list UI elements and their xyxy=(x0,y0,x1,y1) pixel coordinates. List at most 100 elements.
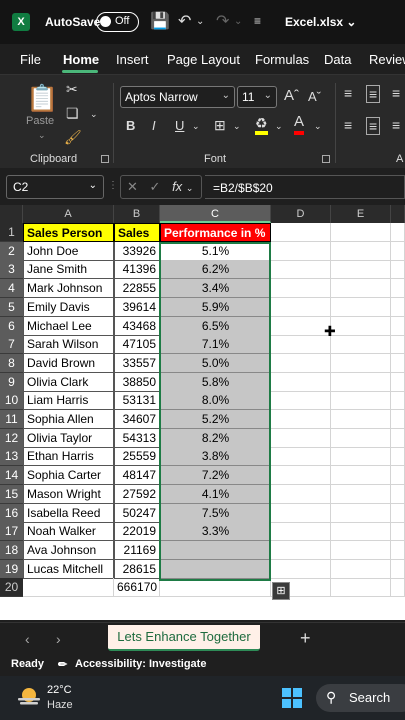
cell-sales-person[interactable]: Olivia Clark xyxy=(23,372,114,392)
cell-empty[interactable] xyxy=(331,484,391,504)
align-top-icon[interactable]: ≡ xyxy=(344,85,352,101)
increase-font-icon[interactable]: Aˆ xyxy=(284,87,299,104)
add-sheet-icon[interactable]: + xyxy=(300,628,311,649)
cell-empty[interactable] xyxy=(271,279,331,299)
decrease-font-icon[interactable]: Aˇ xyxy=(308,89,321,104)
cell-empty[interactable] xyxy=(271,428,331,448)
fill-color-icon[interactable]: ♻ xyxy=(255,115,268,135)
cell-sales[interactable]: 33557 xyxy=(114,353,160,373)
cell-sales-person[interactable]: Liam Harris xyxy=(23,391,114,411)
quick-analysis-icon[interactable]: ⊞ xyxy=(272,582,290,600)
align-middle-icon[interactable]: ≡ xyxy=(366,85,381,103)
cell-performance[interactable]: 6.2% xyxy=(160,260,271,280)
cell-empty[interactable] xyxy=(391,279,405,299)
cell-empty[interactable] xyxy=(331,578,391,598)
cancel-icon[interactable]: ✕ xyxy=(127,179,138,194)
row-header[interactable]: 11 xyxy=(0,410,23,429)
cell-sales[interactable]: 41396 xyxy=(114,260,160,280)
row-header[interactable]: 12 xyxy=(0,428,23,448)
align-left-icon[interactable]: ≡ xyxy=(344,117,352,133)
fill-color-dropdown-icon[interactable]: ⌄ xyxy=(275,121,283,132)
cell-performance[interactable]: 6.5% xyxy=(160,316,271,336)
cell-sales-person[interactable]: Sophia Allen xyxy=(23,410,114,429)
taskbar-search[interactable]: ⚲ Search xyxy=(316,684,405,712)
underline-dropdown-icon[interactable]: ⌄ xyxy=(192,121,200,132)
cell-empty[interactable] xyxy=(391,503,405,523)
cell-empty[interactable] xyxy=(271,410,331,429)
cell-sales-person[interactable]: Sarah Wilson xyxy=(23,335,114,355)
cell-empty[interactable] xyxy=(331,466,391,486)
cell-empty[interactable] xyxy=(331,372,391,392)
cell-empty[interactable] xyxy=(391,428,405,448)
row-header[interactable]: 10 xyxy=(0,391,23,411)
enter-icon[interactable]: ✓ xyxy=(150,179,161,194)
tab-file[interactable]: File xyxy=(20,52,41,67)
cut-icon[interactable]: ✂ xyxy=(66,81,78,98)
clipboard-launcher-icon[interactable] xyxy=(101,155,109,163)
header-performance[interactable]: Performance in % xyxy=(160,223,271,242)
cell-performance[interactable]: 7.2% xyxy=(160,466,271,486)
row-header[interactable]: 18 xyxy=(0,540,23,560)
cell-empty[interactable] xyxy=(391,297,405,317)
tab-insert[interactable]: Insert xyxy=(116,52,149,67)
cell-empty[interactable] xyxy=(23,578,114,598)
row-header[interactable]: 14 xyxy=(0,466,23,486)
row-header[interactable]: 2 xyxy=(0,241,23,261)
cell-performance[interactable]: 5.1% xyxy=(160,241,271,261)
align-right-icon[interactable]: ≡ xyxy=(392,117,400,133)
cell-sales[interactable]: 22019 xyxy=(114,522,160,542)
formula-input[interactable]: =B2/$B$20 xyxy=(205,175,405,199)
row-header[interactable]: 6 xyxy=(0,316,23,336)
cell-empty[interactable] xyxy=(391,410,405,429)
cell-empty[interactable] xyxy=(271,503,331,523)
cell-sales-person[interactable]: Jane Smith xyxy=(23,260,114,280)
header-sales[interactable]: Sales xyxy=(114,223,160,242)
column-header-e[interactable]: E xyxy=(331,205,391,223)
cell-performance[interactable]: 5.2% xyxy=(160,410,271,429)
cell-empty[interactable] xyxy=(331,522,391,542)
cell-sales[interactable]: 54313 xyxy=(114,428,160,448)
cell-performance[interactable]: 3.3% xyxy=(160,522,271,542)
cell-empty[interactable] xyxy=(331,391,391,411)
cell-empty[interactable] xyxy=(271,466,331,486)
windows-start-icon[interactable] xyxy=(282,688,302,708)
tab-formulas[interactable]: Formulas xyxy=(255,52,309,67)
cell-performance[interactable]: 4.1% xyxy=(160,484,271,504)
cell-empty[interactable] xyxy=(271,372,331,392)
cell-empty[interactable] xyxy=(391,335,405,355)
cell-performance[interactable] xyxy=(160,540,271,560)
tab-page-layout[interactable]: Page Layout xyxy=(167,52,240,67)
cell-performance[interactable]: 5.8% xyxy=(160,372,271,392)
row-header[interactable]: 5 xyxy=(0,297,23,317)
copy-dropdown-icon[interactable]: ⌄ xyxy=(90,109,98,120)
bold-button[interactable]: B xyxy=(126,118,135,133)
cell-sales[interactable]: 48147 xyxy=(114,466,160,486)
cell-sales-person[interactable]: Mark Johnson xyxy=(23,279,114,299)
cell-empty[interactable] xyxy=(331,279,391,299)
cell-sales-person[interactable]: Lucas Mitchell xyxy=(23,559,114,579)
insert-function-icon[interactable]: fx xyxy=(172,179,182,194)
weather-condition[interactable]: Haze xyxy=(47,699,73,711)
row-header[interactable]: 19 xyxy=(0,559,23,579)
cell-empty[interactable] xyxy=(391,559,405,579)
cell-sales-person[interactable]: Emily Davis xyxy=(23,297,114,317)
cell-empty[interactable] xyxy=(391,223,405,242)
paste-label[interactable]: Paste xyxy=(26,115,54,127)
cell-sales-person[interactable]: Isabella Reed xyxy=(23,503,114,523)
tab-data[interactable]: Data xyxy=(324,52,351,67)
cell-performance[interactable]: 7.5% xyxy=(160,503,271,523)
cell-sales[interactable]: 27592 xyxy=(114,484,160,504)
cell-empty[interactable] xyxy=(331,316,391,336)
borders-dropdown-icon[interactable]: ⌄ xyxy=(233,121,241,132)
cell-sales-person[interactable]: Ava Johnson xyxy=(23,540,114,560)
weather-temperature[interactable]: 22°C xyxy=(47,684,72,696)
spreadsheet-grid[interactable]: A B C D E 1 2 3 4 5 6 7 8 9 10 11 12 13 14 15 16 17 18 19 2… xyxy=(0,205,405,620)
cell-empty[interactable] xyxy=(331,559,391,579)
cell-sales[interactable]: 53131 xyxy=(114,391,160,411)
column-header-d[interactable]: D xyxy=(271,205,331,223)
autosave-toggle[interactable]: Off xyxy=(96,12,139,32)
cell-sales[interactable]: 47105 xyxy=(114,335,160,355)
undo-dropdown-icon[interactable]: ⌄ xyxy=(196,16,204,27)
function-dropdown-icon[interactable]: ⌄ xyxy=(186,183,194,193)
undo-icon[interactable]: ↶ xyxy=(178,11,191,31)
